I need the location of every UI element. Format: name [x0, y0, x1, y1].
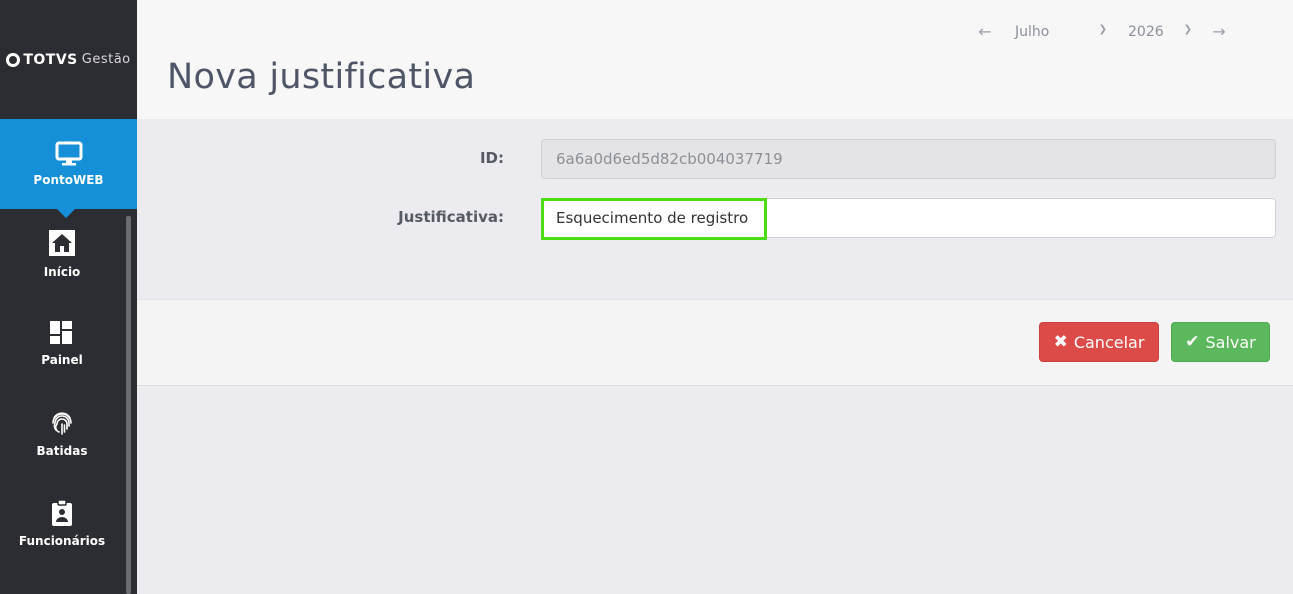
month-value: Julho	[1015, 23, 1050, 40]
month-select[interactable]: Julho ❯	[1015, 24, 1107, 40]
justificativa-row: Justificativa: Esquecimento de registro	[137, 198, 1293, 240]
year-value: 2026	[1128, 23, 1164, 40]
fingerprint-icon	[52, 412, 72, 435]
previous-month-arrow-icon[interactable]: ←	[975, 22, 995, 41]
year-select[interactable]: 2026 ❯	[1128, 24, 1192, 40]
id-label: ID:	[479, 149, 504, 167]
cancel-button-label: Cancelar	[1073, 332, 1145, 352]
sidebar-item-inicio[interactable]: Início	[0, 209, 124, 299]
justificativa-field[interactable]: Esquecimento de registro	[541, 198, 1276, 238]
save-button[interactable]: ✔ Salvar	[1171, 322, 1270, 362]
page-title: Nova justificativa	[167, 57, 476, 97]
sidebar-item-label: Início	[43, 265, 81, 279]
id-field[interactable]: 6a6a0d6ed5d82cb004037719	[541, 139, 1276, 179]
justificativa-label: Justificativa:	[398, 208, 504, 226]
check-icon: ✔	[1185, 332, 1200, 352]
monitor-icon	[55, 141, 82, 166]
brand-product: Gestão	[81, 52, 131, 67]
sidebar-item-painel[interactable]: Painel	[0, 299, 124, 389]
sidebar-item-label: PontoWEB	[33, 173, 104, 187]
chevron-down-icon: ❯	[1098, 23, 1107, 35]
content-background	[137, 386, 1293, 594]
next-month-arrow-icon[interactable]: →	[1209, 22, 1229, 41]
totvs-logo-icon	[6, 52, 21, 67]
sidebar: TOTVS Gestão PontoWEB Início Painel Bati…	[0, 0, 137, 594]
sidebar-item-label: Funcionários	[18, 534, 106, 548]
justification-form: ID: 6a6a0d6ed5d82cb004037719 Justificati…	[137, 119, 1293, 299]
home-icon	[49, 230, 75, 256]
id-row: ID: 6a6a0d6ed5d82cb004037719	[137, 139, 1293, 179]
cancel-button[interactable]: ✖ Cancelar	[1039, 322, 1159, 362]
close-icon: ✖	[1053, 332, 1068, 352]
sidebar-item-funcionarios[interactable]: Funcionários	[0, 479, 124, 569]
logo[interactable]: TOTVS Gestão	[0, 0, 137, 119]
sidebar-item-batidas[interactable]: Batidas	[0, 389, 124, 479]
page-header: Nova justificativa ← Julho ❯ 2026 ❯ →	[137, 0, 1293, 119]
chevron-down-icon: ❯	[1183, 23, 1192, 35]
sidebar-item-label: Batidas	[36, 444, 88, 458]
dashboard-icon	[50, 321, 72, 344]
sidebar-item-label: Painel	[41, 353, 83, 367]
form-actions: ✖ Cancelar ✔ Salvar	[137, 299, 1293, 386]
sidebar-item-pontoweb[interactable]: PontoWEB	[0, 119, 137, 218]
save-button-label: Salvar	[1205, 332, 1256, 352]
sidebar-scrollbar[interactable]	[126, 216, 131, 594]
badge-icon	[52, 500, 72, 526]
period-selector: ← Julho ❯ 2026 ❯ →	[975, 22, 1229, 41]
brand-name: TOTVS	[23, 51, 78, 68]
